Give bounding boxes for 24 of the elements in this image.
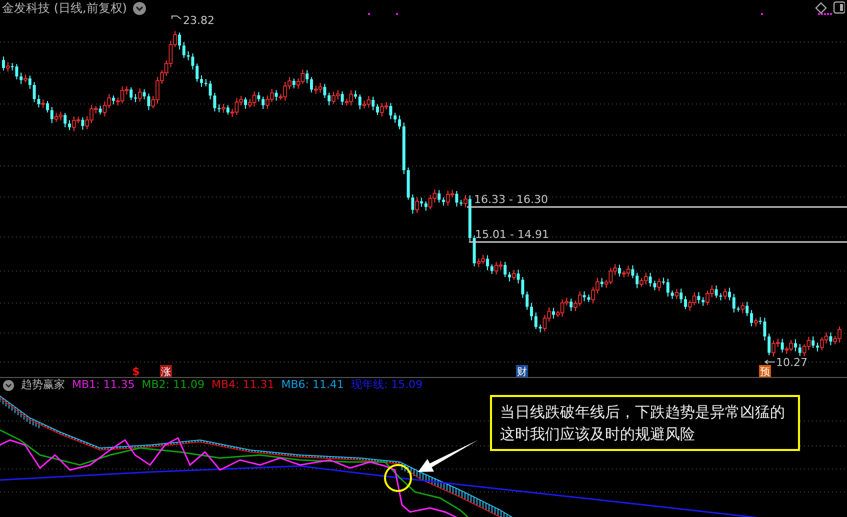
- indicator-value: 现年线: 15.09: [350, 378, 423, 392]
- price-label: 10.27: [776, 356, 808, 369]
- price-label: 23.82: [183, 14, 214, 27]
- pointer-arrow: [418, 440, 478, 472]
- chart-title: 金发科技 (日线,前复权): [2, 1, 127, 15]
- price-label: 16.33 - 16.30: [474, 193, 548, 206]
- event-badge[interactable]: 预: [759, 365, 771, 378]
- price-label: 15.01 - 14.91: [475, 228, 549, 241]
- dropdown-icon[interactable]: [133, 2, 146, 14]
- dropdown-icon[interactable]: [3, 380, 14, 390]
- annotation-text: 当日线跌破年线后，下跌趋势是异常凶猛的 这时我们应该及时的规避风险: [490, 395, 800, 451]
- leader-line: [172, 16, 182, 20]
- window-icon[interactable]: [833, 1, 845, 14]
- indicator-value: MB6: 11.41: [281, 378, 344, 392]
- event-badge[interactable]: 涨: [160, 365, 172, 378]
- event-badge[interactable]: 财: [516, 365, 528, 378]
- leader-arrow: [764, 360, 776, 364]
- diamond-icon[interactable]: [815, 2, 827, 14]
- indicator-value: MB1: 11.35: [72, 378, 135, 392]
- indicator-value: MB4: 11.31: [211, 378, 274, 392]
- indicator-value: MB2: 11.09: [142, 378, 204, 392]
- indicator-name: 趋势赢家: [21, 378, 65, 392]
- event-mark[interactable]: $: [132, 365, 140, 378]
- highlight-circle: [384, 464, 412, 492]
